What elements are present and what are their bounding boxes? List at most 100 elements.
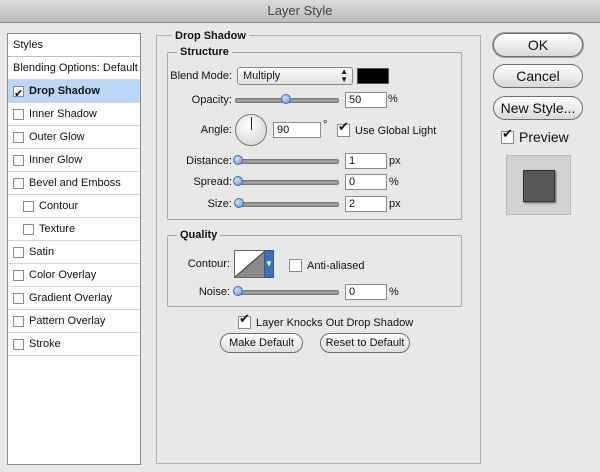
style-item-texture[interactable]: Texture [8,218,140,241]
style-item-checkbox[interactable] [13,83,24,105]
select-arrows-icon: ▲ ▼ [340,67,348,84]
knocks-out-checkbox[interactable]: Layer Knocks Out Drop Shadow [238,312,414,329]
size-label: Size: [207,198,232,210]
style-item-inner-shadow[interactable]: Inner Shadow [8,103,140,126]
style-item-color-overlay[interactable]: Color Overlay [8,264,140,287]
style-item-label: Satin [29,246,55,258]
style-item-checkbox[interactable] [13,292,24,304]
style-item-label: Blending Options: Default [13,62,138,74]
size-slider-thumb[interactable] [234,198,244,208]
spread-input[interactable]: 0 [345,174,387,190]
angle-dial[interactable] [235,114,267,146]
blend-mode-select[interactable]: Multiply ▲ ▼ [237,67,353,85]
angle-unit: ° [323,119,328,131]
anti-aliased-box[interactable] [289,259,302,272]
blend-mode-value: Multiply [243,70,281,82]
size-input[interactable]: 2 [345,196,387,212]
style-item-drop-shadow[interactable]: Drop Shadow [8,80,140,105]
distance-unit: px [389,155,401,167]
style-item-label: Texture [39,223,76,235]
contour-preview[interactable] [234,250,266,278]
styles-list: Styles Blending Options: Default Drop Sha… [7,33,141,465]
style-item-checkbox[interactable] [13,338,24,350]
structure-title: Structure [177,46,232,58]
spread-label: Spread: [193,176,232,188]
style-item-label: Bevel and Emboss [29,177,121,189]
anti-aliased-checkbox[interactable]: Anti-aliased [289,259,364,272]
style-item-checkbox[interactable] [23,200,34,212]
preview-label: Preview [519,129,569,145]
blend-mode-label: Blend Mode: [170,70,232,82]
angle-input[interactable]: 90 [273,122,321,138]
opacity-input[interactable]: 50 [345,92,387,108]
style-item-blending-options-default[interactable]: Blending Options: Default [8,57,140,80]
style-item-checkbox[interactable] [13,246,24,258]
knocks-out-box[interactable] [238,312,251,329]
style-item-outer-glow[interactable]: Outer Glow [8,126,140,149]
opacity-label: Opacity: [191,94,232,106]
opacity-slider-thumb[interactable] [281,94,291,104]
style-item-pattern-overlay[interactable]: Pattern Overlay [8,310,140,333]
contour-curve-icon [235,251,265,277]
spread-unit: % [389,176,399,188]
size-unit: px [389,198,401,210]
style-item-checkbox[interactable] [13,177,24,189]
style-item-checkbox[interactable] [13,269,24,281]
style-item-stroke[interactable]: Stroke [8,333,140,356]
preview-checkbox[interactable]: Preview [501,127,569,145]
quality-title: Quality [177,229,221,241]
style-item-label: Color Overlay [29,269,97,281]
style-item-checkbox[interactable] [13,131,24,143]
style-item-gradient-overlay[interactable]: Gradient Overlay [8,287,140,310]
style-item-contour[interactable]: Contour [8,195,140,218]
shadow-color-swatch[interactable] [357,68,389,84]
style-item-bevel-and-emboss[interactable]: Bevel and Emboss [8,172,140,195]
distance-slider-thumb[interactable] [233,155,243,165]
style-item-inner-glow[interactable]: Inner Glow [8,149,140,172]
style-item-checkbox[interactable] [13,315,24,327]
angle-label: Angle: [200,124,232,136]
cancel-button[interactable]: Cancel [493,64,583,88]
style-item-checkbox[interactable] [13,108,24,120]
contour-dropdown-arrow-icon[interactable]: ▼ [264,250,274,278]
preview-thumbnail [523,170,555,202]
anti-aliased-label: Anti-aliased [307,259,365,272]
style-item-checkbox[interactable] [23,223,34,235]
window-title: Layer Style [0,0,600,23]
noise-slider-thumb[interactable] [233,286,243,296]
style-item-checkbox[interactable] [13,154,24,166]
opacity-unit: % [388,93,398,105]
style-item-label: Contour [39,200,79,212]
style-item-label: Pattern Overlay [29,315,106,327]
ok-button[interactable]: OK [493,33,583,57]
new-style-button[interactable]: New Style... [493,96,583,120]
style-item-label: Inner Shadow [29,108,97,120]
knocks-out-label: Layer Knocks Out Drop Shadow [256,316,414,329]
noise-input[interactable]: 0 [345,284,387,300]
use-global-light-label: Use Global Light [355,124,437,137]
reset-to-default-button[interactable]: Reset to Default [320,333,410,353]
style-item-label: Drop Shadow [29,85,100,97]
noise-unit: % [389,286,399,298]
style-item-label: Outer Glow [29,131,85,143]
spread-slider-track[interactable] [235,180,339,185]
style-item-label: Inner Glow [29,154,83,166]
make-default-button[interactable]: Make Default [220,333,303,353]
use-global-light-checkbox[interactable]: Use Global Light [337,120,437,137]
styles-list-header[interactable]: Styles [8,34,140,57]
preview-box[interactable] [501,127,514,144]
noise-slider-track[interactable] [235,290,339,295]
distance-label: Distance: [186,155,232,167]
noise-label: Noise: [198,286,230,298]
size-slider-track[interactable] [235,202,339,207]
preview-area [506,155,571,215]
spread-slider-thumb[interactable] [233,176,243,186]
drop-shadow-title: Drop Shadow [172,30,249,42]
distance-slider-track[interactable] [235,159,339,164]
style-item-label: Stroke [29,338,61,350]
contour-label: Contour: [187,258,230,270]
style-item-satin[interactable]: Satin [8,241,140,264]
use-global-light-box[interactable] [337,120,350,137]
distance-input[interactable]: 1 [345,153,387,169]
style-item-label: Gradient Overlay [29,292,113,304]
